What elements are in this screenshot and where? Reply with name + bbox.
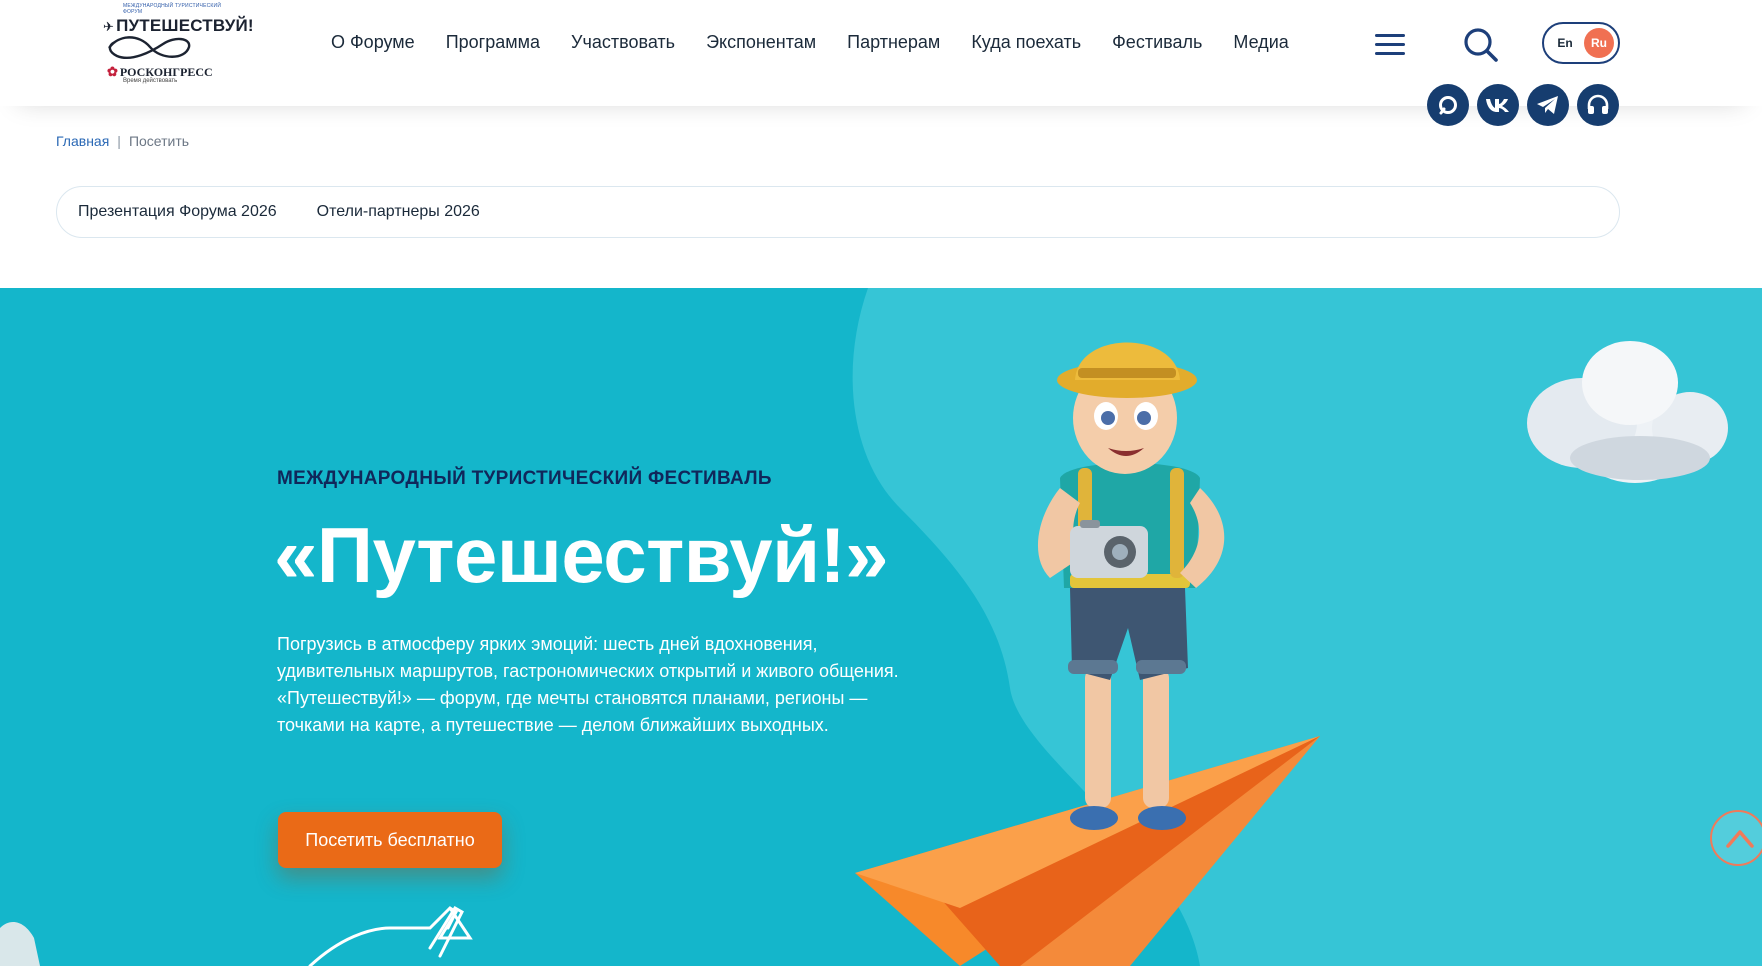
main-nav: О Форуме Программа Участвовать Экспонент… — [331, 32, 1320, 53]
breadcrumb-home-link[interactable]: Главная — [56, 133, 109, 149]
telegram-icon[interactable] — [1527, 84, 1569, 126]
breadcrumb-current: Посетить — [128, 133, 190, 149]
nav-item-exhibitors[interactable]: Экспонентам — [706, 32, 816, 53]
forum-logo[interactable]: МЕЖДУНАРОДНЫЙ ТУРИСТИЧЕСКИЙ ФОРУМ ✈ ПУТЕШ… — [103, 3, 263, 88]
headphones-icon[interactable] — [1577, 84, 1619, 126]
nav-item-festival[interactable]: Фестиваль — [1112, 32, 1202, 53]
logo-subtitle: МЕЖДУНАРОДНЫЙ ТУРИСТИЧЕСКИЙ ФОРУМ — [123, 3, 222, 15]
max-messenger-icon[interactable] — [1427, 84, 1469, 126]
roscongress-flower-icon: ✿ — [107, 64, 118, 79]
subtab-forum-presentation[interactable]: Презентация Форума 2026 — [78, 203, 277, 221]
hamburger-menu-icon[interactable] — [1375, 34, 1405, 56]
subtab-partner-hotels[interactable]: Отели-партнеры 2026 — [317, 203, 480, 221]
nav-item-where-to-go[interactable]: Куда поехать — [971, 32, 1081, 53]
hero-section: МЕЖДУНАРОДНЫЙ ТУРИСТИЧЕСКИЙ ФЕСТИВАЛЬ «П… — [0, 288, 1762, 966]
nav-item-partners[interactable]: Партнерам — [847, 32, 940, 53]
nav-item-participate[interactable]: Участвовать — [571, 32, 675, 53]
language-switcher: En Ru — [1542, 22, 1620, 64]
lang-ru-button[interactable]: Ru — [1584, 28, 1614, 58]
search-icon[interactable] — [1461, 25, 1501, 65]
cloud-illustration — [1527, 341, 1728, 483]
nav-item-about[interactable]: О Форуме — [331, 32, 415, 53]
breadcrumb-separator: | — [117, 133, 121, 149]
hero-kicker: МЕЖДУНАРОДНЫЙ ТУРИСТИЧЕСКИЙ ФЕСТИВАЛЬ — [277, 468, 772, 489]
nav-item-program[interactable]: Программа — [446, 32, 540, 53]
plane-line-art — [308, 905, 473, 966]
logo-infinity-icon — [108, 36, 191, 59]
scroll-to-top-button[interactable] — [1710, 810, 1762, 866]
hero-illustrations — [308, 341, 1728, 966]
chevron-up-icon — [1726, 830, 1754, 848]
hero-title: «Путешествуй!» — [274, 511, 889, 599]
nav-item-media[interactable]: Медиа — [1233, 32, 1288, 53]
vk-icon[interactable] — [1477, 84, 1519, 126]
breadcrumb: Главная | Посетить — [56, 133, 189, 149]
social-links — [1427, 84, 1619, 126]
visit-free-button[interactable]: Посетить бесплатно — [278, 812, 502, 868]
traveler-boy-illustration — [1037, 342, 1225, 830]
lang-en-button[interactable]: En — [1548, 36, 1582, 50]
hero-description: Погрузись в атмосферу ярких эмоций: шест… — [277, 634, 899, 735]
roscongress-tagline: Время действовать — [123, 78, 178, 84]
section-subnav: Презентация Форума 2026 Отели-партнеры 2… — [56, 186, 1620, 238]
